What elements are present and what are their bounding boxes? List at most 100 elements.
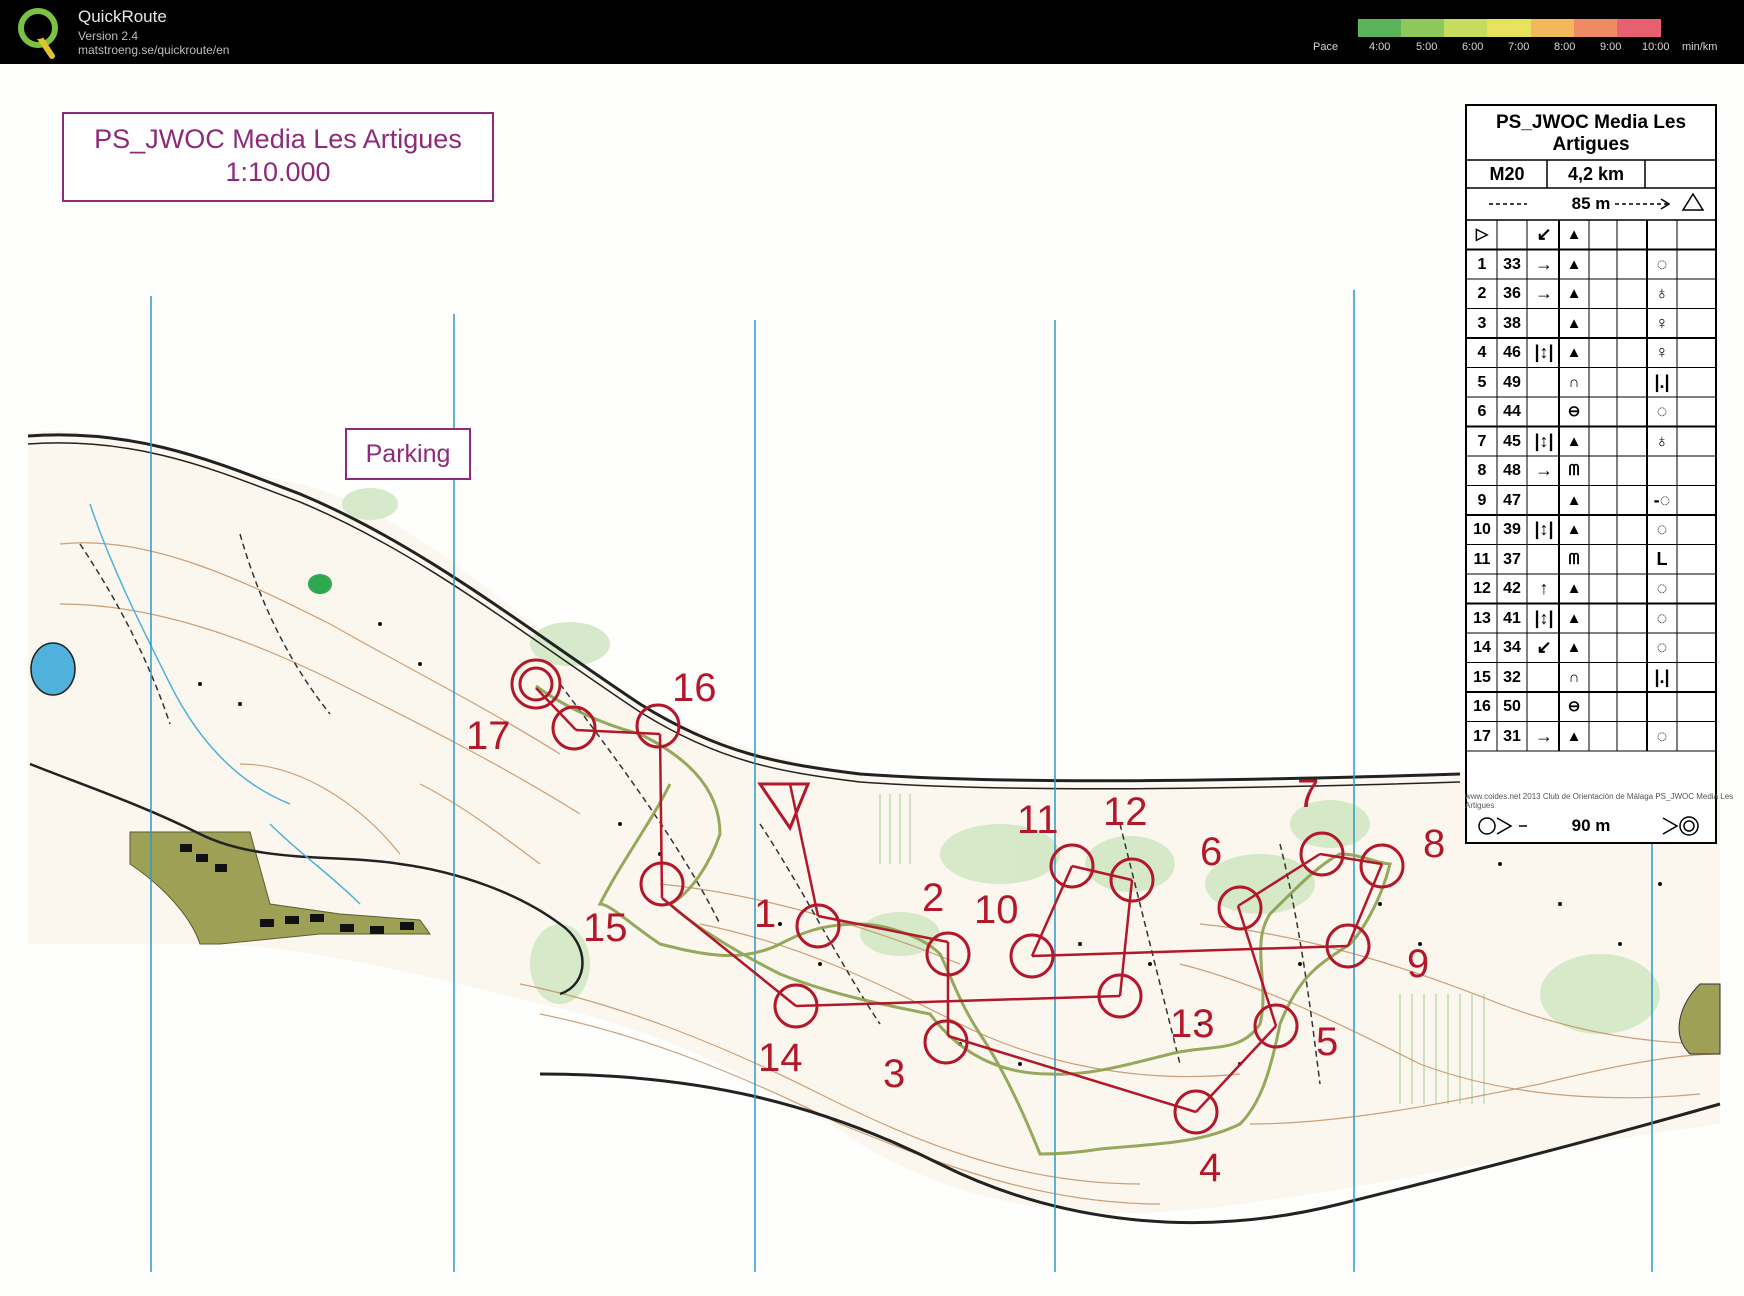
description-cell-dir: |↕| [1534,607,1554,628]
description-cell-pos: ♁ [1655,430,1669,451]
description-cell-num: 11 [1473,550,1491,568]
pace-tick: 7:00 [1508,41,1530,53]
control-description-sheet: PS_JWOC Media Les Artigues M20 4,2 km 85… [1465,104,1717,844]
map-title: PS_JWOC Media Les Artigues [94,124,462,154]
description-cell-code: 38 [1503,314,1521,332]
description-cell-pos: ◌ [1656,725,1668,746]
control-number-5: 5 [1316,1020,1339,1064]
description-cell-num: 7 [1477,432,1487,450]
description-cell-num: 3 [1477,314,1487,332]
description-cell-dir [1529,663,1559,693]
control-number-13: 13 [1170,1002,1215,1046]
description-cell-dir: |↕| [1534,342,1554,362]
description-cell-feat: ▲ [1566,285,1582,302]
description-cell-code: 31 [1503,727,1521,745]
control-number-15: 15 [583,906,628,950]
description-cell-feat: ▲ [1566,491,1582,509]
description-cell-num: 5 [1477,373,1487,391]
description-cell-dir: → [1535,253,1553,274]
description-length: 4,2 km [1567,164,1625,184]
control-number-11: 11 [1017,798,1059,842]
description-row: 10 39 |↕| ▲ ◌ [1467,515,1715,545]
description-cell-dir [1529,309,1559,339]
control-number-7: 7 [1297,772,1320,816]
description-cell-dir: → [1535,725,1553,746]
description-row: 17 31 → ▲ ◌ [1467,722,1715,752]
description-row: 3 38 ▲ ♀ [1467,309,1715,339]
description-cell-code: 36 [1503,285,1521,302]
description-row: 14 34 ↙ ▲ ◌ [1467,633,1715,663]
description-cell-code: 49 [1503,373,1521,391]
description-cell-dir: ↑ [1539,578,1549,598]
description-cell-pos: ♀ [1655,312,1669,333]
description-row: 11 37 ᗰ L [1467,545,1715,575]
description-row: 9 47 ▲ -◌ [1467,486,1715,516]
description-cell-dir [1529,692,1559,722]
app-url[interactable]: matstroeng.se/quickroute/en [78,43,229,57]
description-cell-feat: ᗰ [1568,462,1580,479]
map-credit: www.coides.net 2013 Club de Orientación … [1465,792,1734,810]
description-cell-feat: ᗰ [1568,550,1580,568]
description-cell-pos: ◌ [1656,253,1668,274]
description-row: 13 41 |↕| ▲ ◌ [1467,604,1715,634]
description-row: 5 49 ∩ |.| [1467,368,1715,398]
description-cell-code: 34 [1503,639,1521,656]
description-cell-dir: ↙ [1536,224,1552,244]
control-number-4: 4 [1199,1146,1222,1190]
app-header: QuickRoute Version 2.4 matstroeng.se/qui… [0,0,1744,64]
description-class: M20 [1489,164,1525,184]
description-cell-code: 41 [1503,609,1521,627]
pace-color-segment [1487,19,1532,37]
description-cell-num: 13 [1473,609,1491,627]
pace-unit: min/km [1682,41,1718,53]
control-number-10: 10 [974,888,1019,932]
description-cell-code: 44 [1503,403,1521,420]
description-cell-num: 9 [1477,491,1487,509]
description-cell-pos: ◌ [1656,519,1668,539]
description-row: 16 50 ⊖ [1467,692,1715,722]
description-cell-num: 8 [1477,462,1487,479]
map-scale: 1:10.000 [225,157,331,187]
description-cell-num: 6 [1477,403,1487,420]
description-row: 4 46 |↕| ▲ ♀ [1467,338,1715,368]
description-cell-feat: ▲ [1566,521,1582,538]
control-number-8: 8 [1423,822,1446,866]
description-cell-code: 47 [1503,491,1521,509]
description-cell-feat: ⊖ [1567,403,1581,420]
orienteering-map[interactable]: PS_JWOC Media Les Artigues 1:10.000 Park… [0,64,1744,1296]
pace-tick: 4:00 [1369,41,1391,53]
parking-label: Parking [345,428,471,480]
pace-tick: 5:00 [1416,41,1438,53]
description-climb: 85 m [1571,194,1611,213]
control-number-12: 12 [1103,790,1148,834]
pace-color-segment [1401,19,1446,37]
description-cell-pos: -◌ [1653,489,1671,510]
quickroute-q-logo-icon [18,8,58,59]
description-cell-dir: |↕| [1534,519,1554,539]
description-cell-pos [1647,692,1677,722]
description-cell-pos: ♀ [1655,342,1669,362]
control-number-9: 9 [1407,942,1430,986]
description-cell-pos [1647,456,1677,486]
description-cell-feat: ▲ [1566,580,1582,597]
description-cell-dir: |↕| [1534,430,1554,451]
control-number-2: 2 [922,876,945,920]
description-cell-feat: ▲ [1566,344,1582,361]
control-number-17: 17 [466,714,511,758]
control-number-3: 3 [883,1052,906,1096]
description-cell-code: 50 [1503,698,1521,715]
map-title-box: PS_JWOC Media Les Artigues 1:10.000 [62,112,494,202]
description-cell-feat: ▲ [1566,314,1582,332]
control-number-1: 1 [754,892,777,936]
pace-color-segment [1530,19,1575,37]
description-cell-dir: → [1535,460,1553,480]
description-cell-feat: ∩ [1568,668,1580,686]
description-row: 7 45 |↕| ▲ ♁ [1467,427,1715,457]
description-cell-dir: ↙ [1536,637,1552,657]
description-cell-code [1497,220,1527,250]
pace-color-segment [1358,19,1403,37]
pace-tick: 8:00 [1554,41,1576,53]
description-cell-num: ▷ [1475,226,1489,243]
description-cell-pos: L [1656,548,1668,569]
description-cell-code: 46 [1503,344,1521,361]
